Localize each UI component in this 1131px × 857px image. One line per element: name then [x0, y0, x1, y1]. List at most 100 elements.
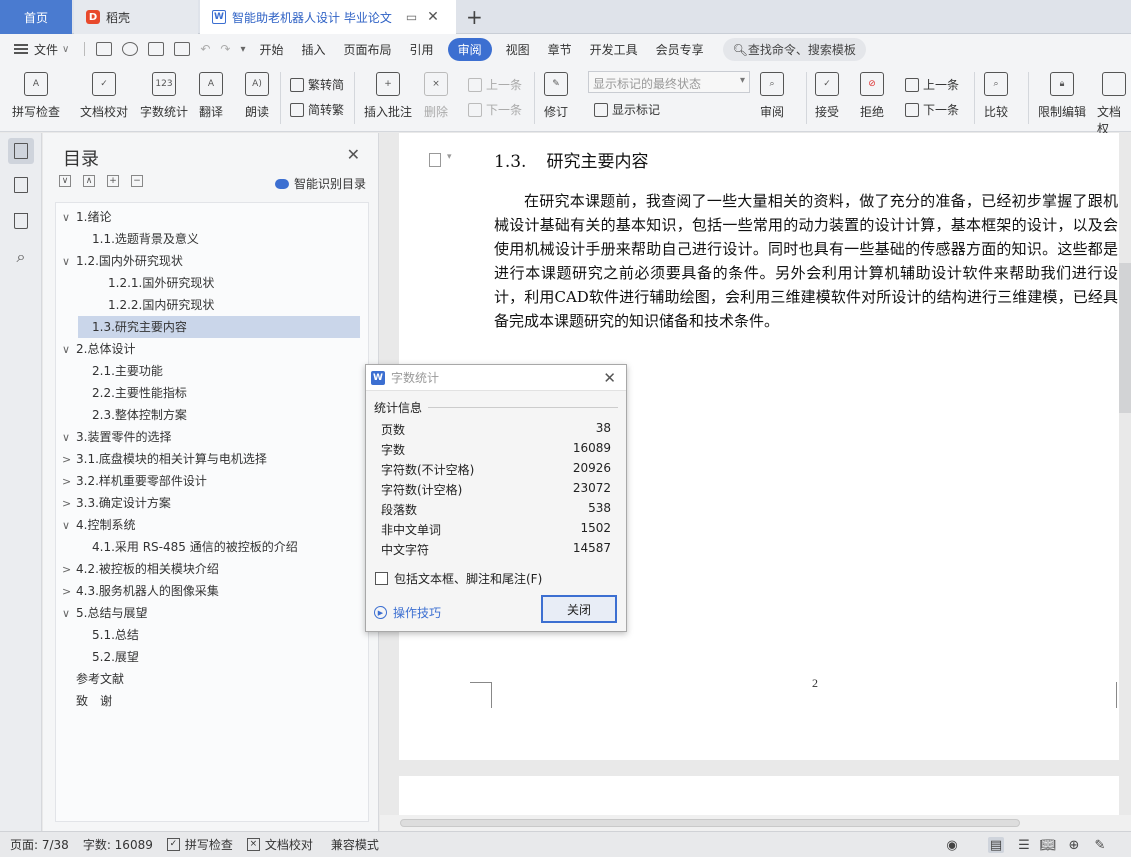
toc-item[interactable]: ∨ 3.装置零件的选择	[62, 426, 171, 448]
toc-item[interactable]: ∨ 2.总体设计	[62, 338, 135, 360]
toc-item[interactable]: 5.2.展望	[78, 646, 139, 668]
toc-item[interactable]: >4.2.被控板的相关模块介绍	[62, 558, 219, 580]
toc-item[interactable]: 4.1.采用 RS-485 通信的被控板的介绍	[78, 536, 298, 558]
menu-start[interactable]: 开始	[260, 41, 284, 58]
paragraph-layout-icon[interactable]	[429, 153, 441, 167]
doc-rights-button[interactable]: 文档权	[1097, 72, 1131, 137]
tips-link[interactable]: ▶ 操作技巧	[374, 604, 441, 621]
toc-item[interactable]: 1.3.研究主要内容	[78, 316, 360, 338]
translate-button[interactable]: A 翻译	[199, 72, 223, 120]
next-comment-button[interactable]: 下一条	[468, 101, 522, 118]
chapter-nav-toggle[interactable]	[8, 172, 34, 198]
show-markup-button[interactable]: 显示标记	[594, 101, 660, 118]
window-mode-icon[interactable]: ▭	[406, 10, 417, 24]
toc-item[interactable]: 5.1.总结	[78, 624, 139, 646]
toc-item[interactable]: ∨ 1.绪论	[62, 206, 111, 228]
toc-item[interactable]: 致 谢	[62, 690, 112, 712]
read-aloud-button[interactable]: A) 朗读	[245, 72, 269, 120]
track-changes-button[interactable]: ✎ 修订	[544, 72, 568, 120]
bookmark-toggle[interactable]	[8, 208, 34, 234]
web-view-icon[interactable]: ⊕	[1066, 837, 1082, 853]
chevron-right-icon[interactable]: >	[62, 559, 76, 581]
save-icon[interactable]	[96, 42, 113, 56]
prev-change-button[interactable]: 上一条	[905, 76, 959, 93]
restrict-edit-button[interactable]: 🔒︎ 限制编辑	[1038, 72, 1086, 120]
write-mode-icon[interactable]: ✎	[1092, 837, 1108, 853]
menu-view[interactable]: 视图	[506, 41, 530, 58]
toc-item[interactable]: >3.2.样机重要零部件设计	[62, 470, 207, 492]
accept-button[interactable]: ✓ 接受	[815, 72, 839, 120]
command-search[interactable]: 🔍︎查找命令、搜索模板	[722, 37, 866, 61]
spell-check-button[interactable]: A 拼写检查	[12, 72, 60, 120]
close-icon[interactable]: ✕	[427, 9, 439, 25]
toc-item[interactable]: 1.2.1.国外研究现状	[94, 272, 214, 294]
expand-all-icon[interactable]: ∧	[83, 175, 95, 187]
include-textbox-checkbox[interactable]: 包括文本框、脚注和尾注(F)	[375, 570, 542, 587]
body-paragraph[interactable]: 在研究本课题前，我查阅了一些大量相关的资料，做了充分的准备，已经初步掌握了跟机械…	[494, 189, 1118, 333]
close-button[interactable]: 关闭	[541, 595, 617, 623]
find-toggle[interactable]: ⌕	[8, 244, 34, 270]
word-count-indicator[interactable]: 字数: 16089	[83, 836, 153, 853]
vertical-scrollbar[interactable]	[1119, 263, 1131, 413]
toc-item[interactable]: 2.3.整体控制方案	[78, 404, 187, 426]
toc-item[interactable]: 2.2.主要性能指标	[78, 382, 187, 404]
chevron-down-icon[interactable]: ∨	[62, 515, 76, 537]
print-preview-icon[interactable]	[174, 42, 191, 56]
toc-item[interactable]: ∨ 4.控制系统	[62, 514, 135, 536]
toc-item[interactable]: ∨ 1.2.国内外研究现状	[62, 250, 183, 272]
toc-item[interactable]: 1.2.2.国内研究现状	[94, 294, 214, 316]
menu-references[interactable]: 引用	[410, 41, 434, 58]
toc-item[interactable]: 2.1.主要功能	[78, 360, 163, 382]
insert-comment-button[interactable]: + 插入批注	[364, 72, 412, 120]
spell-check-status[interactable]: ✓ 拼写检查	[166, 836, 233, 853]
close-icon[interactable]: ✕	[603, 369, 616, 387]
close-icon[interactable]: ✕	[347, 145, 360, 164]
toc-item[interactable]: >4.3.服务机器人的图像采集	[62, 580, 219, 602]
prev-comment-button[interactable]: 上一条	[468, 76, 522, 93]
dialog-titlebar[interactable]: W 字数统计	[366, 365, 626, 391]
trad-to-simp-button[interactable]: 繁转简	[290, 76, 344, 93]
simp-to-trad-button[interactable]: 简转繁	[290, 101, 344, 118]
print-icon[interactable]	[148, 42, 165, 56]
markup-display-select[interactable]: 显示标记的最终状态	[588, 71, 750, 93]
undo-icon[interactable]: ↶	[200, 42, 210, 56]
chevron-down-icon[interactable]: ∨	[62, 427, 76, 449]
toc-item[interactable]: >3.1.底盘模块的相关计算与电机选择	[62, 448, 267, 470]
redo-icon[interactable]: ↷	[220, 42, 230, 56]
add-heading-icon[interactable]: +	[107, 175, 119, 187]
chevron-down-icon[interactable]: ∨	[62, 251, 76, 273]
menu-review[interactable]: 审阅	[447, 37, 492, 61]
word-count-button[interactable]: 123 字数统计	[140, 72, 188, 120]
chevron-down-icon[interactable]: ∨	[62, 207, 76, 229]
tab-document[interactable]: W 智能助老机器人设计 毕业论文 ▭ ✕	[200, 0, 456, 34]
toc-panel-toggle[interactable]	[8, 138, 34, 164]
menu-developer[interactable]: 开发工具	[590, 41, 638, 58]
collapse-all-icon[interactable]: ∨	[59, 175, 71, 187]
compare-button[interactable]: ⌕ 比较	[984, 72, 1008, 120]
quick-access-dropdown-icon[interactable]: ▾	[240, 44, 245, 55]
review-pane-button[interactable]: ⌕ 审阅	[760, 72, 784, 120]
next-change-button[interactable]: 下一条	[905, 101, 959, 118]
new-tab-button[interactable]: +	[466, 5, 483, 29]
chevron-down-icon[interactable]: ∨	[62, 603, 76, 625]
menu-member[interactable]: 会员专享	[656, 41, 704, 58]
export-icon[interactable]	[122, 42, 139, 56]
chevron-right-icon[interactable]: >	[62, 471, 76, 493]
chevron-right-icon[interactable]: >	[62, 449, 76, 471]
horizontal-scrollbar[interactable]	[380, 815, 1131, 831]
chevron-down-icon[interactable]: ∨	[62, 339, 76, 361]
menu-insert[interactable]: 插入	[302, 41, 326, 58]
delete-comment-button[interactable]: × 删除	[424, 72, 448, 120]
reject-button[interactable]: ⊘ 拒绝	[860, 72, 884, 120]
toc-item[interactable]: 参考文献	[62, 668, 124, 690]
remove-heading-icon[interactable]: −	[131, 175, 143, 187]
chevron-right-icon[interactable]: >	[62, 493, 76, 515]
tab-home[interactable]: 首页	[0, 0, 72, 34]
page-indicator[interactable]: 页面: 7/38	[10, 836, 69, 853]
doc-proof-status[interactable]: × 文档校对	[246, 836, 313, 853]
toc-item[interactable]: 1.1.选题背景及意义	[78, 228, 199, 250]
smart-toc-button[interactable]: 智能识别目录	[274, 175, 366, 192]
checkbox-box[interactable]	[375, 572, 388, 585]
scrollbar-thumb[interactable]	[400, 819, 1020, 827]
reading-view-icon[interactable]: 📖︎	[1040, 837, 1057, 853]
